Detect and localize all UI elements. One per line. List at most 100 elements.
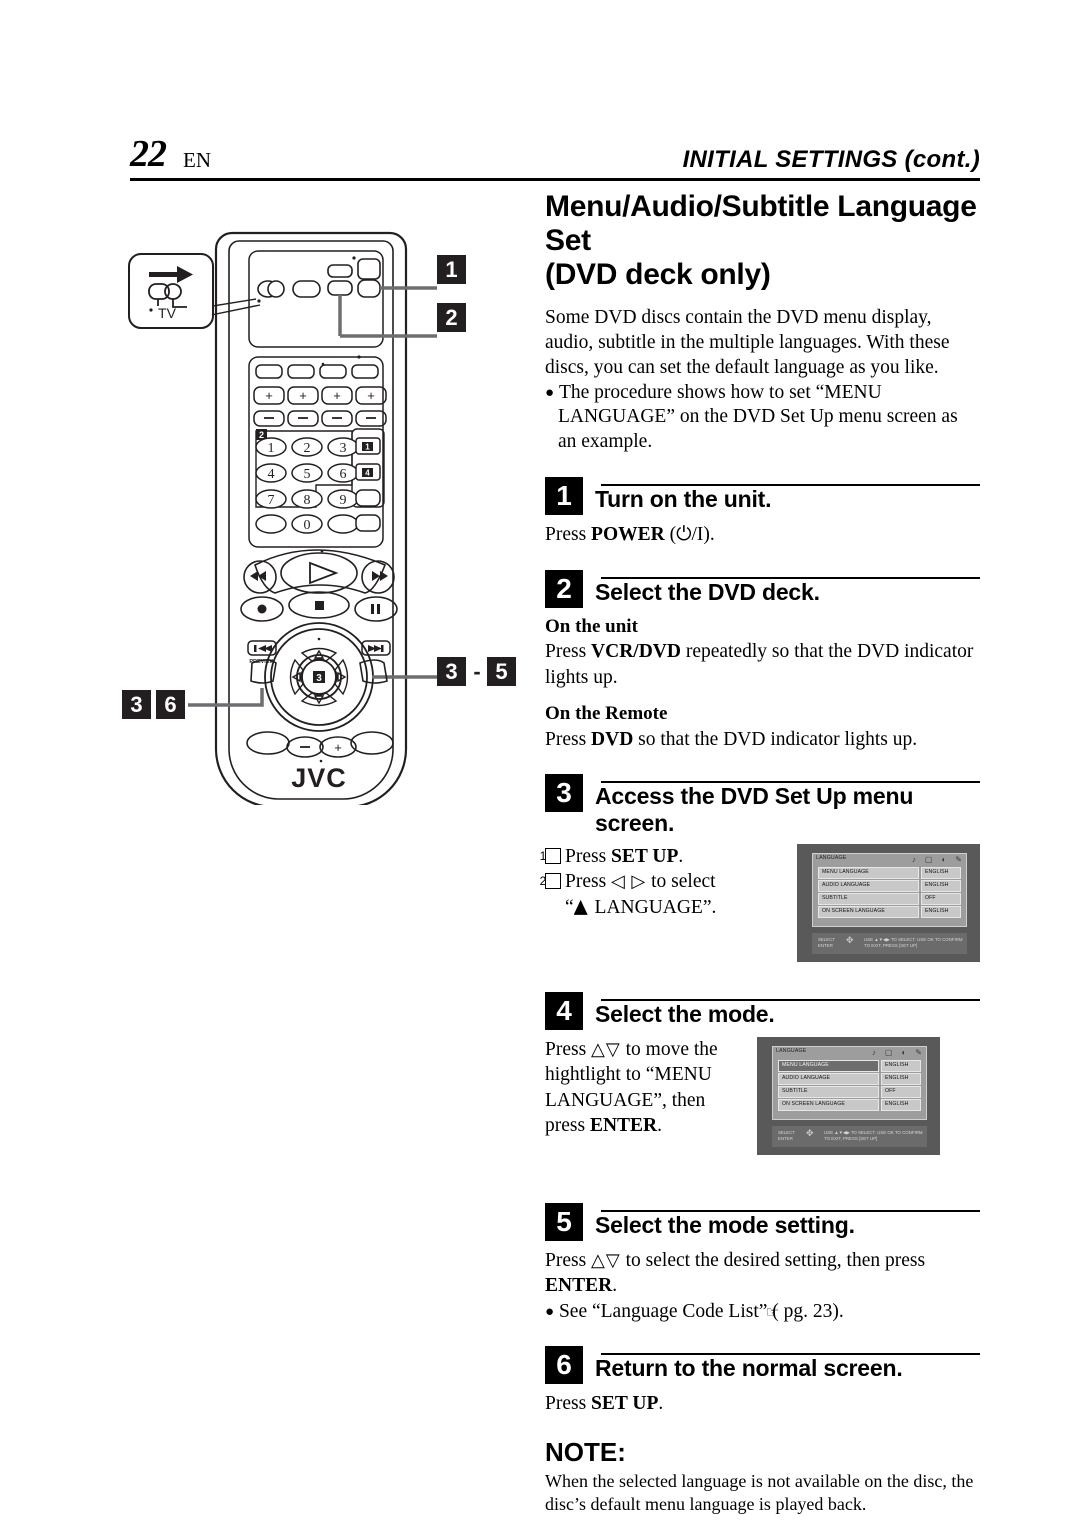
svg-text:+: + — [334, 740, 342, 755]
osd-tab-bar: LANGUAGE ♪ ▢ ◐ ✎ — [773, 1047, 926, 1059]
step-text: Press — [565, 871, 612, 893]
page-language-code: EN — [183, 148, 211, 172]
osd-row-selected: MENU LANGUAGE ENGLISH — [778, 1060, 921, 1072]
svg-text:5: 5 — [304, 467, 311, 482]
step-text: See “Language Code List” ( — [558, 1300, 779, 1322]
step-text: Press — [565, 846, 612, 868]
step-divider — [601, 484, 980, 487]
svg-text:9: 9 — [340, 493, 347, 508]
svg-text:+: + — [333, 388, 341, 403]
osd-status-left: SELECT ENTER — [818, 937, 836, 949]
callout-badge-2: 2 — [437, 303, 466, 332]
osd-row-list: MENU LANGUAGE ENGLISH AUDIO LANGUAGE ENGLI… — [778, 1060, 921, 1112]
svg-text:6: 6 — [340, 467, 347, 482]
step-text-end: LANGUAGE”. — [589, 896, 717, 918]
screen-tab-icon: ▢ — [884, 1048, 893, 1058]
osd-row-label: SUBTITLE — [818, 893, 919, 905]
substep-item-2: 2 Press ◁ ▷ to select — [540, 869, 785, 894]
disc-tab-icon: ◐ — [901, 1048, 907, 1058]
svg-text:+: + — [265, 388, 273, 403]
language-triangle-icon — [573, 899, 588, 915]
callout-badge-6: 6 — [156, 690, 185, 719]
bullet-dot-icon: ● — [545, 1303, 555, 1320]
svg-text:4: 4 — [268, 467, 275, 482]
step-title: Select the mode. — [595, 1001, 775, 1028]
step-text-end: so that the DVD indicator lights up. — [633, 728, 918, 750]
tv-switch-inset: TV — [127, 252, 215, 330]
step-text-end: . — [612, 1275, 618, 1297]
osd-row-value: ENGLISH — [921, 906, 961, 918]
osd-tab-bar: LANGUAGE ♪ ▢ ◐ ✎ — [813, 854, 966, 866]
remote-small-button-a — [327, 264, 353, 278]
step-title: Turn on the unit. — [595, 486, 772, 513]
step-number-badge: 4 — [545, 992, 583, 1031]
step-body: Press △▽ to move the hightlight to “MENU… — [545, 1037, 980, 1156]
substep-number: 1 — [540, 848, 561, 865]
osd-row: AUDIO LANGUAGE ENGLISH — [778, 1073, 921, 1085]
osd-row: MENU LANGUAGE ENGLISH — [818, 867, 961, 879]
step-text: Press — [545, 1250, 592, 1272]
step-body: 1 Press SET UP. 2 Press ◁ ▷ to select “ LA… — [540, 844, 980, 963]
osd-row-label: AUDIO LANGUAGE — [818, 880, 919, 892]
svg-text:1: 1 — [365, 443, 370, 452]
step-divider — [601, 576, 980, 579]
step-text: Press — [545, 1039, 592, 1061]
content-column: Menu/Audio/Subtitle Language Set (DVD de… — [540, 190, 980, 1516]
intro-bullet-text: The procedure shows how to set “MENU LAN… — [558, 381, 958, 453]
tools-tab-icon: ✎ — [955, 855, 962, 865]
intro-paragraph: Some DVD discs contain the DVD menu disp… — [545, 306, 950, 378]
document-page: 22 EN INITIAL SETTINGS (cont.) + + + + 2… — [0, 0, 1080, 1528]
osd-panel: LANGUAGE ♪ ▢ ◐ ✎ MENU LANGUAGE ENGLISH A… — [772, 1046, 927, 1121]
osd-row-label: AUDIO LANGUAGE — [778, 1073, 879, 1085]
osd-row: SUBTITLE OFF — [818, 893, 961, 905]
page-reference: pg. 23). — [778, 1300, 844, 1322]
step-key-name: ENTER — [589, 1115, 658, 1137]
step-divider — [601, 999, 980, 1002]
step-key-name: SET UP — [591, 1393, 659, 1415]
osd-status-bar: SELECT ENTER ✥ USE ▲▼◀▶ TO SELECT. USE OK… — [812, 933, 967, 955]
step-key-name: POWER — [591, 524, 665, 546]
osd-row-label: MENU LANGUAGE — [818, 867, 919, 879]
disc-tab-icon: ◐ — [941, 855, 947, 865]
step-1: 1 Turn on the unit. Press POWER (⏻/I). — [545, 477, 980, 547]
remote-power-button-top — [357, 258, 381, 280]
step-text-end: . — [658, 1393, 664, 1415]
up-down-arrow-icon: △▽ — [591, 1250, 621, 1271]
step-title: Return to the normal screen. — [595, 1355, 903, 1382]
step-divider — [601, 781, 980, 784]
note-body: When the selected language is not availa… — [545, 1470, 974, 1514]
osd-tab-label: LANGUAGE — [816, 855, 847, 862]
osd-row-value: ENGLISH — [921, 867, 961, 879]
osd-row: ON SCREEN LANGUAGE ENGLISH — [778, 1099, 921, 1111]
page-title-line2: (DVD deck only) — [545, 257, 771, 291]
svg-text:1: 1 — [268, 441, 275, 456]
callout-badge-1: 1 — [437, 255, 466, 284]
step-divider — [601, 1353, 980, 1356]
step-text: Press — [545, 641, 592, 663]
osd-row-value: ENGLISH — [881, 1060, 921, 1072]
step-key-name: SET UP — [611, 846, 679, 868]
osd-row-value: OFF — [881, 1086, 921, 1098]
callout-badge-3-bottom: 3 — [122, 690, 151, 719]
left-right-arrow-icon: ◁ ▷ — [611, 871, 647, 892]
step-title: Select the mode setting. — [595, 1212, 855, 1239]
osd-row: AUDIO LANGUAGE ENGLISH — [818, 880, 961, 892]
osd-dpad-icon: ✥ — [806, 1128, 814, 1139]
step-key-name: DVD — [591, 728, 634, 750]
osd-status-left: SELECT ENTER — [778, 1130, 796, 1142]
svg-text:7: 7 — [268, 493, 275, 508]
up-down-arrow-icon: △▽ — [591, 1039, 621, 1060]
remote-preview-label: PREVIEW — [249, 659, 275, 665]
osd-row-list: MENU LANGUAGE ENGLISH AUDIO LANGUAGE ENGLI… — [818, 867, 961, 919]
step-6: 6 Return to the normal screen. Press SET… — [545, 1346, 980, 1416]
osd-panel: LANGUAGE ♪ ▢ ◐ ✎ MENU LANGUAGE ENGLISH A… — [812, 853, 967, 928]
callout-badge-5: 5 — [487, 657, 516, 686]
osd-row: ON SCREEN LANGUAGE ENGLISH — [818, 906, 961, 918]
svg-text:+: + — [299, 388, 307, 403]
callout-dash: - — [473, 658, 481, 684]
subheading-on-the-remote: On the Remote — [545, 703, 668, 725]
step-text-mid: to select the desired setting, then pres… — [620, 1250, 926, 1272]
callout-badge-3-top: 3 — [437, 657, 466, 686]
intro-bullet-item: ● The procedure shows how to set “MENU L… — [545, 381, 980, 456]
step-key-name: ENTER — [545, 1275, 613, 1297]
